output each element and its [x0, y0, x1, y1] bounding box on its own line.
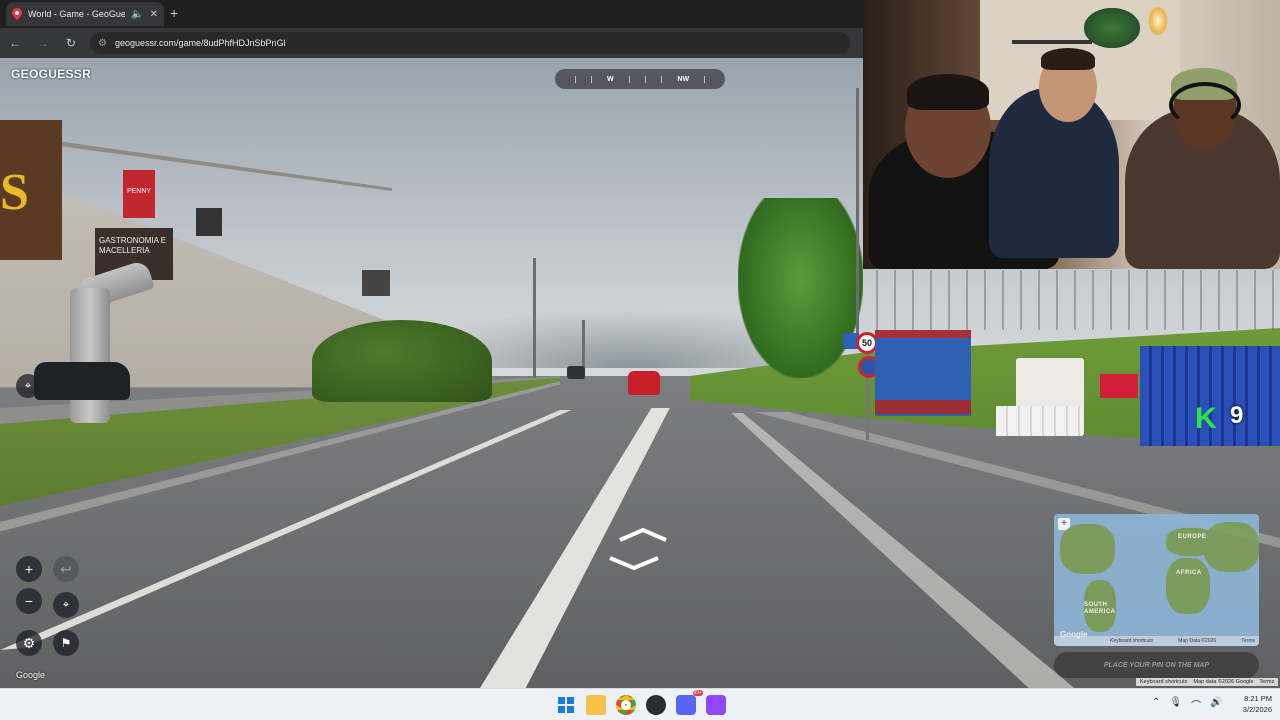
guess-button[interactable]: PLACE YOUR PIN ON THE MAP: [1054, 652, 1259, 678]
streetlight-pole: [856, 88, 859, 338]
terms-link[interactable]: Terms: [1259, 679, 1274, 685]
street-view-attribution: Keyboard shortcuts Map data ©2026 Google…: [1136, 678, 1279, 686]
reload-icon[interactable]: ↻: [62, 36, 80, 50]
tab-geoguessr[interactable]: World - Game - GeoGuessr 🔈 ✕: [6, 2, 164, 26]
system-tray: ⌃ 🎙 ⌒ 🔊: [1152, 697, 1223, 712]
store-sign-red: PENNY: [123, 170, 155, 218]
forward-arrow-icon[interactable]: →: [34, 36, 52, 50]
taskbar: 99+ ⌃ 🎙 ⌒ 🔊 8:21 PM 3/2/2026: [0, 688, 1280, 720]
plus-icon[interactable]: +: [170, 5, 178, 21]
store-sign-side: [362, 270, 390, 296]
close-icon[interactable]: ✕: [150, 9, 158, 20]
move-back-arrow-icon[interactable]: [608, 556, 660, 570]
map-terms-link[interactable]: Terms: [1241, 638, 1255, 644]
tab-title: World - Game - GeoGuessr: [28, 9, 126, 19]
parked-car: [34, 362, 130, 400]
url-text: geoguessr.com/game/8udPhfHDJnSbPnGl: [114, 38, 286, 48]
kiosk-base: [875, 400, 971, 414]
set-start-location-icon[interactable]: ⌖: [16, 374, 40, 398]
potted-plant: [1084, 8, 1140, 48]
streetlight-pole: [533, 258, 536, 378]
logo-text: GEOGUESSR: [11, 67, 92, 81]
clock-time: 8:21 PM: [1244, 694, 1272, 703]
continent-asia: [1204, 522, 1259, 572]
discord-icon[interactable]: 99+: [676, 690, 703, 715]
keyboard-shortcuts-link[interactable]: Keyboard shortcuts: [1140, 679, 1187, 685]
streamer-k-logo: K: [1195, 402, 1217, 435]
streamer-left-hair: [907, 74, 989, 110]
continent-africa: [1166, 558, 1210, 614]
red-car: [628, 371, 660, 395]
floor-lamp: [1148, 6, 1168, 36]
billboard-text: S: [0, 164, 29, 221]
headphones: [1169, 82, 1241, 128]
return-to-start-icon[interactable]: ⌖: [53, 592, 79, 618]
compass-label-w: W: [607, 75, 614, 83]
wall-shelf: [1012, 40, 1092, 44]
white-barrier: [996, 406, 1082, 436]
settings-gear-icon[interactable]: ⚙: [16, 630, 42, 656]
geoguessr-logo[interactable]: GEOGUESSR: [11, 67, 91, 81]
map-footer: Keyboard shortcuts Map Data ©2026 Terms: [1054, 636, 1259, 646]
wifi-icon[interactable]: ⌒: [1191, 697, 1201, 712]
browser-toolbar: ← → ↻ ⚙ geoguessr.com/game/8udPhfHDJnSbP…: [0, 28, 863, 58]
streamer-badge-number: 9: [1230, 402, 1244, 429]
compass-tick: [590, 75, 592, 83]
map-label-south-america: SOUTH AMERICA: [1084, 602, 1116, 615]
streamer-middle-hair: [1041, 48, 1095, 70]
map-label-africa: AFRICA: [1176, 570, 1202, 576]
tab-bar: World - Game - GeoGuessr 🔈 ✕ +: [0, 0, 863, 28]
flag-icon[interactable]: ⚑: [53, 630, 79, 656]
undo-move-button[interactable]: ↩: [53, 556, 79, 582]
volume-icon[interactable]: 🔊: [1210, 697, 1222, 712]
chevron-up-icon[interactable]: ⌃: [1152, 697, 1160, 712]
compass-label-nw: NW: [677, 75, 690, 83]
speaker-icon[interactable]: 🔈: [131, 9, 143, 20]
fence-right: [860, 270, 1280, 330]
zoom-in-button[interactable]: +: [16, 556, 42, 582]
trees-right: [738, 198, 863, 378]
compass-tick: [645, 75, 647, 83]
discord-badge: 99+: [692, 690, 703, 696]
ventilation-duct: [70, 288, 110, 423]
roadside-bush: [312, 320, 492, 402]
address-bar[interactable]: ⚙ geoguessr.com/game/8udPhfHDJnSbPnGl: [90, 32, 850, 54]
map-data-attribution: Map data ©2026 Google: [1193, 679, 1254, 685]
compass-tick: [574, 75, 576, 83]
compass-tick: [661, 75, 663, 83]
file-explorer-icon[interactable]: [586, 695, 606, 715]
compass-bar: W NW: [555, 69, 725, 89]
geoguessr-pin-icon: [12, 8, 22, 20]
taskbar-apps: 99+: [556, 690, 726, 715]
compass-tick: [704, 75, 706, 83]
zoom-out-button[interactable]: −: [16, 588, 42, 614]
compass-tick: [628, 75, 630, 83]
move-forward-arrow-icon[interactable]: [618, 528, 668, 542]
back-arrow-icon[interactable]: ←: [6, 36, 24, 50]
site-info-icon[interactable]: ⚙: [98, 38, 107, 49]
google-watermark: Google: [16, 670, 46, 680]
store-sign-small: [196, 208, 222, 236]
browser-window: World - Game - GeoGuessr 🔈 ✕ + ← → ↻ ⚙ g…: [0, 0, 863, 58]
microphone-icon[interactable]: 🎙: [1169, 697, 1182, 712]
red-sign-small: [1100, 374, 1138, 398]
twitch-icon[interactable]: [706, 695, 726, 715]
windows-start-icon[interactable]: [556, 695, 576, 715]
map-label-europe: EUROPE: [1178, 534, 1207, 540]
chrome-icon[interactable]: [616, 695, 636, 715]
map-data-text: Map Data ©2026: [1178, 638, 1217, 644]
obs-icon[interactable]: [646, 695, 666, 715]
map-keyboard-shortcuts-link[interactable]: Keyboard shortcuts: [1110, 638, 1153, 644]
continent-north-america: [1060, 524, 1115, 574]
system-clock[interactable]: 8:21 PM 3/2/2026: [1232, 693, 1272, 715]
guess-minimap[interactable]: + EUROPE AFRICA SOUTH AMERICA Google Key…: [1054, 514, 1259, 646]
distant-car: [567, 366, 585, 379]
clock-date: 3/2/2026: [1242, 705, 1272, 714]
webcam-feed: [863, 0, 1280, 269]
